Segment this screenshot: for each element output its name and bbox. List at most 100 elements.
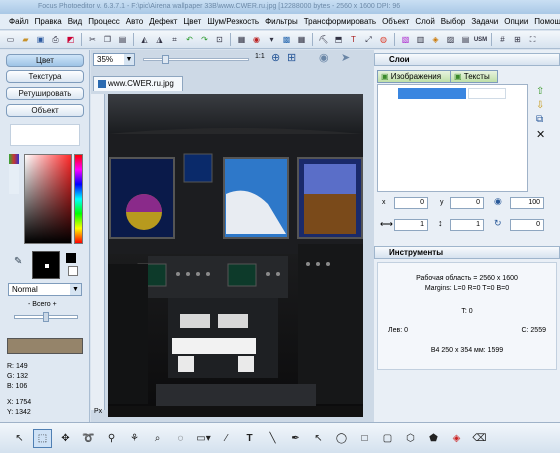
eye-icon[interactable]: ◉ (319, 51, 329, 64)
blend-mode-select[interactable]: Normal ▼ (8, 283, 82, 296)
rounded-rect-icon[interactable]: ▢ (378, 429, 397, 448)
eyedropper-icon[interactable]: ⁄ (217, 429, 236, 448)
collage-icon[interactable]: ▥ (414, 33, 427, 46)
stamp-icon[interactable]: ⛏ (317, 33, 330, 46)
rotate-input[interactable]: 0 (510, 219, 544, 231)
fullscreen-icon[interactable]: ⛶ (526, 33, 539, 46)
text-tool-icon[interactable]: T (347, 33, 360, 46)
open-folder-icon[interactable]: ▰ (19, 33, 32, 46)
mode-texture-button[interactable]: Текстура (6, 70, 84, 83)
canvas-image[interactable] (108, 94, 363, 417)
resize-icon[interactable]: ⤢ (362, 33, 375, 46)
menu-transform[interactable]: Трансформировать (301, 14, 379, 30)
document-tab[interactable]: www.CWER.ru.jpg (93, 76, 183, 91)
arrow-line-icon[interactable]: ↖ (309, 429, 328, 448)
rectangle-icon[interactable]: □ (355, 429, 374, 448)
brush-dropdown-icon[interactable]: ▾ (265, 33, 278, 46)
fit-window-icon[interactable]: ⊞ (287, 51, 296, 64)
menu-auto[interactable]: Авто (123, 14, 146, 30)
frame-icon[interactable]: ▧ (399, 33, 412, 46)
tab-texts[interactable]: ▣ Тексты (450, 70, 498, 83)
brush-size-slider[interactable] (14, 312, 78, 322)
select-rect-icon[interactable]: ⬚ (33, 428, 52, 448)
layers-list[interactable] (377, 84, 528, 192)
save-icon[interactable]: ▣ (34, 33, 47, 46)
cut-icon[interactable]: ✂ (86, 33, 99, 46)
clone-icon[interactable]: ⚘ (125, 429, 144, 448)
picker-mode-strip[interactable] (9, 154, 19, 194)
hue-slider[interactable] (74, 154, 83, 244)
layer-up-icon[interactable]: ⇧ (536, 86, 544, 97)
scale-y-input[interactable]: 1 (450, 219, 484, 231)
grid-icon[interactable]: ▦ (295, 33, 308, 46)
lasso-icon[interactable]: ➰ (79, 429, 98, 448)
print-preview-icon[interactable]: ▤ (459, 33, 472, 46)
eraser-icon[interactable]: ⌫ (470, 429, 489, 448)
mode-retouch-button[interactable]: Ретушировать (6, 87, 84, 100)
menu-defect[interactable]: Дефект (146, 14, 180, 30)
menu-filters[interactable]: Фильтры (262, 14, 301, 30)
new-file-icon[interactable]: ▭ (4, 33, 17, 46)
brush-icon[interactable]: ⌕ (148, 429, 167, 448)
fill-icon[interactable]: ◈ (447, 429, 466, 448)
image-icon[interactable]: ▦ (235, 33, 248, 46)
menu-select[interactable]: Выбор (438, 14, 469, 30)
hash-grid-icon[interactable]: # (496, 33, 509, 46)
gallery-icon[interactable]: ▩ (280, 33, 293, 46)
background-color-swatch-black[interactable] (66, 253, 76, 263)
menu-layer[interactable]: Слой (412, 14, 437, 30)
ellipse-icon[interactable]: ◯ (332, 429, 351, 448)
opacity-input[interactable]: 100 (510, 197, 544, 209)
arrow-icon[interactable]: ↖ (10, 429, 29, 448)
crop-icon[interactable]: ⬟ (424, 429, 443, 448)
color-wheel-icon[interactable]: ◍ (377, 33, 390, 46)
palette-icon[interactable]: ◉ (250, 33, 263, 46)
delete-layer-icon[interactable]: ✕ (536, 128, 545, 141)
zoom-slider[interactable] (143, 55, 249, 64)
x-input[interactable]: 0 (394, 197, 428, 209)
background-color-swatch-white[interactable] (68, 266, 78, 276)
curves-icon[interactable]: ◮ (153, 33, 166, 46)
color-picker-square[interactable] (24, 154, 72, 244)
eyedropper-icon[interactable]: ✎ (14, 256, 22, 267)
next-icon[interactable]: ➤ (341, 51, 350, 64)
menu-view[interactable]: Вид (65, 14, 85, 30)
hexagon-icon[interactable]: ⬡ (401, 429, 420, 448)
shape-dropdown-icon[interactable]: ▭▾ (194, 429, 213, 448)
foreground-color[interactable] (32, 251, 60, 279)
menu-color[interactable]: Цвет (180, 14, 204, 30)
layer-row-selected[interactable] (398, 88, 466, 99)
menu-tasks[interactable]: Задачи (468, 14, 501, 30)
layer-down-icon[interactable]: ⇩ (536, 100, 544, 111)
undo-icon[interactable]: ↶ (183, 33, 196, 46)
visibility-eye-icon[interactable]: ◉ (494, 196, 502, 207)
color-swatches[interactable] (10, 124, 80, 146)
line-icon[interactable]: ╲ (263, 429, 282, 448)
text-icon[interactable]: T (240, 429, 259, 448)
paste-icon[interactable]: ▤ (116, 33, 129, 46)
menu-help[interactable]: Помощь (531, 14, 560, 30)
filter-icon[interactable]: ◈ (429, 33, 442, 46)
print-icon[interactable]: ⎙ (49, 33, 62, 46)
menu-process[interactable]: Процесс (85, 14, 123, 30)
mode-object-button[interactable]: Объект (6, 104, 84, 117)
zoom-in-icon[interactable]: ⊕ (271, 51, 280, 64)
menu-edit[interactable]: Правка (32, 14, 65, 30)
redo-icon[interactable]: ↷ (198, 33, 211, 46)
guides-icon[interactable]: ⊞ (511, 33, 524, 46)
crop-icon[interactable]: ⌗ (168, 33, 181, 46)
menu-object[interactable]: Объект (379, 14, 412, 30)
zoom-select[interactable]: 35% ▼ (93, 53, 135, 66)
fit-icon[interactable]: ⊡ (213, 33, 226, 46)
y-input[interactable]: 0 (450, 197, 484, 209)
mode-color-button[interactable]: Цвет (6, 54, 84, 67)
levels-icon[interactable]: ◭ (138, 33, 151, 46)
zoom-one-to-one-icon[interactable]: 1:1 (255, 53, 265, 60)
scale-x-input[interactable]: 1 (394, 219, 428, 231)
magic-wand-icon[interactable]: ⚲ (102, 429, 121, 448)
move-icon[interactable]: ✥ (56, 429, 75, 448)
copy-icon[interactable]: ❐ (101, 33, 114, 46)
freeform-icon[interactable]: ◌ (171, 429, 190, 448)
pen-icon[interactable]: ✒ (286, 429, 305, 448)
menu-noise-sharpness[interactable]: Шум/Резкость (204, 14, 262, 30)
